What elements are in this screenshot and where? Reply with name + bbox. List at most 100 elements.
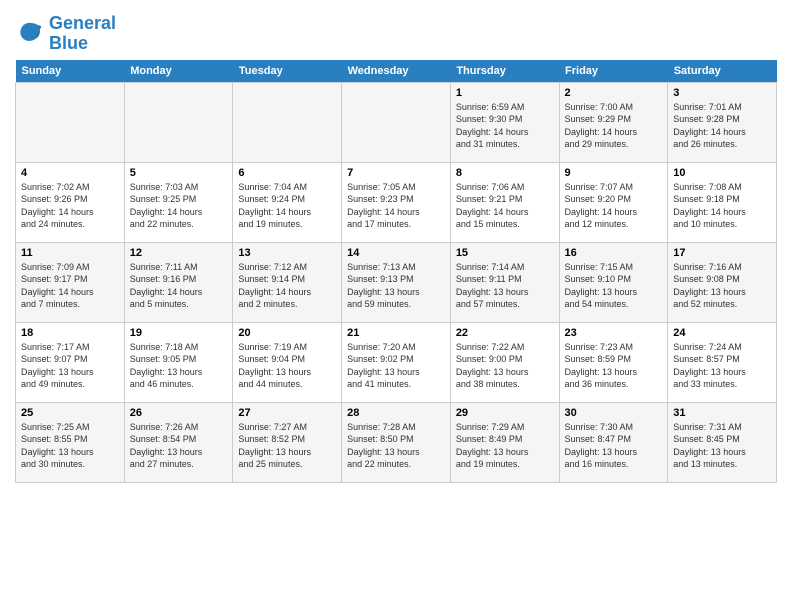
week-row-1: 1 Sunrise: 6:59 AM Sunset: 9:30 PM Daylig… <box>16 82 777 162</box>
day-cell: 30 Sunrise: 7:30 AM Sunset: 8:47 PM Dayli… <box>559 402 668 482</box>
day-cell: 7 Sunrise: 7:05 AM Sunset: 9:23 PM Daylig… <box>342 162 451 242</box>
day-cell: 27 Sunrise: 7:27 AM Sunset: 8:52 PM Dayli… <box>233 402 342 482</box>
day-info: Sunrise: 7:11 AM Sunset: 9:16 PM Dayligh… <box>130 261 228 311</box>
day-number: 10 <box>673 167 771 179</box>
day-cell: 14 Sunrise: 7:13 AM Sunset: 9:13 PM Dayli… <box>342 242 451 322</box>
day-info: Sunrise: 7:18 AM Sunset: 9:05 PM Dayligh… <box>130 341 228 391</box>
day-info: Sunrise: 7:08 AM Sunset: 9:18 PM Dayligh… <box>673 181 771 231</box>
day-number: 16 <box>565 247 663 259</box>
day-cell: 15 Sunrise: 7:14 AM Sunset: 9:11 PM Dayli… <box>450 242 559 322</box>
day-cell: 26Sunrise: 7:26 AM Sunset: 8:54 PM Dayli… <box>124 402 233 482</box>
week-row-5: 25 Sunrise: 7:25 AM Sunset: 8:55 PM Dayli… <box>16 402 777 482</box>
day-cell: 6 Sunrise: 7:04 AM Sunset: 9:24 PM Daylig… <box>233 162 342 242</box>
day-info: Sunrise: 7:27 AM Sunset: 8:52 PM Dayligh… <box>238 421 336 471</box>
day-info: Sunrise: 7:17 AM Sunset: 9:07 PM Dayligh… <box>21 341 119 391</box>
day-number: 1 <box>456 87 554 99</box>
weekday-header-row: SundayMondayTuesdayWednesdayThursdayFrid… <box>16 60 777 83</box>
day-number: 22 <box>456 327 554 339</box>
week-row-2: 4Sunrise: 7:02 AM Sunset: 9:26 PM Daylig… <box>16 162 777 242</box>
day-number: 20 <box>238 327 336 339</box>
day-info: Sunrise: 7:09 AM Sunset: 9:17 PM Dayligh… <box>21 261 119 311</box>
day-number: 30 <box>565 407 663 419</box>
day-info: Sunrise: 7:12 AM Sunset: 9:14 PM Dayligh… <box>238 261 336 311</box>
day-info: Sunrise: 7:14 AM Sunset: 9:11 PM Dayligh… <box>456 261 554 311</box>
day-cell: 9Sunrise: 7:07 AM Sunset: 9:20 PM Daylig… <box>559 162 668 242</box>
day-info: Sunrise: 7:03 AM Sunset: 9:25 PM Dayligh… <box>130 181 228 231</box>
day-cell: 23 Sunrise: 7:23 AM Sunset: 8:59 PM Dayli… <box>559 322 668 402</box>
day-info: Sunrise: 7:23 AM Sunset: 8:59 PM Dayligh… <box>565 341 663 391</box>
week-row-3: 11 Sunrise: 7:09 AM Sunset: 9:17 PM Dayli… <box>16 242 777 322</box>
day-cell: 28 Sunrise: 7:28 AM Sunset: 8:50 PM Dayli… <box>342 402 451 482</box>
day-cell: 16 Sunrise: 7:15 AM Sunset: 9:10 PM Dayli… <box>559 242 668 322</box>
day-cell <box>124 82 233 162</box>
calendar-table: SundayMondayTuesdayWednesdayThursdayFrid… <box>15 60 777 483</box>
day-cell: 10 Sunrise: 7:08 AM Sunset: 9:18 PM Dayli… <box>668 162 777 242</box>
day-info: Sunrise: 7:04 AM Sunset: 9:24 PM Dayligh… <box>238 181 336 231</box>
day-cell: 22Sunrise: 7:22 AM Sunset: 9:00 PM Dayli… <box>450 322 559 402</box>
day-cell: 8 Sunrise: 7:06 AM Sunset: 9:21 PM Daylig… <box>450 162 559 242</box>
day-info: Sunrise: 7:00 AM Sunset: 9:29 PM Dayligh… <box>565 101 663 151</box>
day-number: 4 <box>21 167 119 179</box>
day-number: 21 <box>347 327 445 339</box>
day-number: 6 <box>238 167 336 179</box>
day-cell: 18 Sunrise: 7:17 AM Sunset: 9:07 PM Dayli… <box>16 322 125 402</box>
header: GeneralBlue <box>15 10 777 54</box>
weekday-header-thursday: Thursday <box>450 60 559 83</box>
day-info: Sunrise: 7:28 AM Sunset: 8:50 PM Dayligh… <box>347 421 445 471</box>
day-cell: 3Sunrise: 7:01 AM Sunset: 9:28 PM Daylig… <box>668 82 777 162</box>
day-number: 25 <box>21 407 119 419</box>
day-info: Sunrise: 7:05 AM Sunset: 9:23 PM Dayligh… <box>347 181 445 231</box>
day-number: 2 <box>565 87 663 99</box>
logo: GeneralBlue <box>15 14 116 54</box>
day-number: 26 <box>130 407 228 419</box>
weekday-header-wednesday: Wednesday <box>342 60 451 83</box>
day-cell: 13 Sunrise: 7:12 AM Sunset: 9:14 PM Dayli… <box>233 242 342 322</box>
day-cell: 1 Sunrise: 6:59 AM Sunset: 9:30 PM Daylig… <box>450 82 559 162</box>
day-info: Sunrise: 7:13 AM Sunset: 9:13 PM Dayligh… <box>347 261 445 311</box>
day-number: 17 <box>673 247 771 259</box>
day-info: Sunrise: 6:59 AM Sunset: 9:30 PM Dayligh… <box>456 101 554 151</box>
day-info: Sunrise: 7:16 AM Sunset: 9:08 PM Dayligh… <box>673 261 771 311</box>
weekday-header-tuesday: Tuesday <box>233 60 342 83</box>
day-number: 23 <box>565 327 663 339</box>
day-cell: 4Sunrise: 7:02 AM Sunset: 9:26 PM Daylig… <box>16 162 125 242</box>
day-cell: 17 Sunrise: 7:16 AM Sunset: 9:08 PM Dayli… <box>668 242 777 322</box>
day-info: Sunrise: 7:07 AM Sunset: 9:20 PM Dayligh… <box>565 181 663 231</box>
day-number: 8 <box>456 167 554 179</box>
day-number: 24 <box>673 327 771 339</box>
day-number: 15 <box>456 247 554 259</box>
day-info: Sunrise: 7:25 AM Sunset: 8:55 PM Dayligh… <box>21 421 119 471</box>
day-cell <box>16 82 125 162</box>
weekday-header-monday: Monday <box>124 60 233 83</box>
day-cell: 2 Sunrise: 7:00 AM Sunset: 9:29 PM Daylig… <box>559 82 668 162</box>
day-number: 3 <box>673 87 771 99</box>
day-number: 18 <box>21 327 119 339</box>
day-number: 19 <box>130 327 228 339</box>
weekday-header-friday: Friday <box>559 60 668 83</box>
week-row-4: 18 Sunrise: 7:17 AM Sunset: 9:07 PM Dayli… <box>16 322 777 402</box>
day-cell: 5Sunrise: 7:03 AM Sunset: 9:25 PM Daylig… <box>124 162 233 242</box>
day-number: 13 <box>238 247 336 259</box>
day-number: 29 <box>456 407 554 419</box>
weekday-header-sunday: Sunday <box>16 60 125 83</box>
weekday-header-saturday: Saturday <box>668 60 777 83</box>
day-info: Sunrise: 7:19 AM Sunset: 9:04 PM Dayligh… <box>238 341 336 391</box>
day-number: 27 <box>238 407 336 419</box>
page-container: GeneralBlue SundayMondayTuesdayWednesday… <box>0 0 792 493</box>
day-number: 28 <box>347 407 445 419</box>
day-cell <box>233 82 342 162</box>
day-number: 11 <box>21 247 119 259</box>
day-cell: 11 Sunrise: 7:09 AM Sunset: 9:17 PM Dayli… <box>16 242 125 322</box>
day-info: Sunrise: 7:30 AM Sunset: 8:47 PM Dayligh… <box>565 421 663 471</box>
day-cell: 31Sunrise: 7:31 AM Sunset: 8:45 PM Dayli… <box>668 402 777 482</box>
day-cell: 29Sunrise: 7:29 AM Sunset: 8:49 PM Dayli… <box>450 402 559 482</box>
day-info: Sunrise: 7:24 AM Sunset: 8:57 PM Dayligh… <box>673 341 771 391</box>
day-info: Sunrise: 7:20 AM Sunset: 9:02 PM Dayligh… <box>347 341 445 391</box>
day-cell <box>342 82 451 162</box>
day-cell: 25 Sunrise: 7:25 AM Sunset: 8:55 PM Dayli… <box>16 402 125 482</box>
day-number: 7 <box>347 167 445 179</box>
logo-text: GeneralBlue <box>49 14 116 54</box>
day-info: Sunrise: 7:15 AM Sunset: 9:10 PM Dayligh… <box>565 261 663 311</box>
day-info: Sunrise: 7:06 AM Sunset: 9:21 PM Dayligh… <box>456 181 554 231</box>
day-number: 14 <box>347 247 445 259</box>
